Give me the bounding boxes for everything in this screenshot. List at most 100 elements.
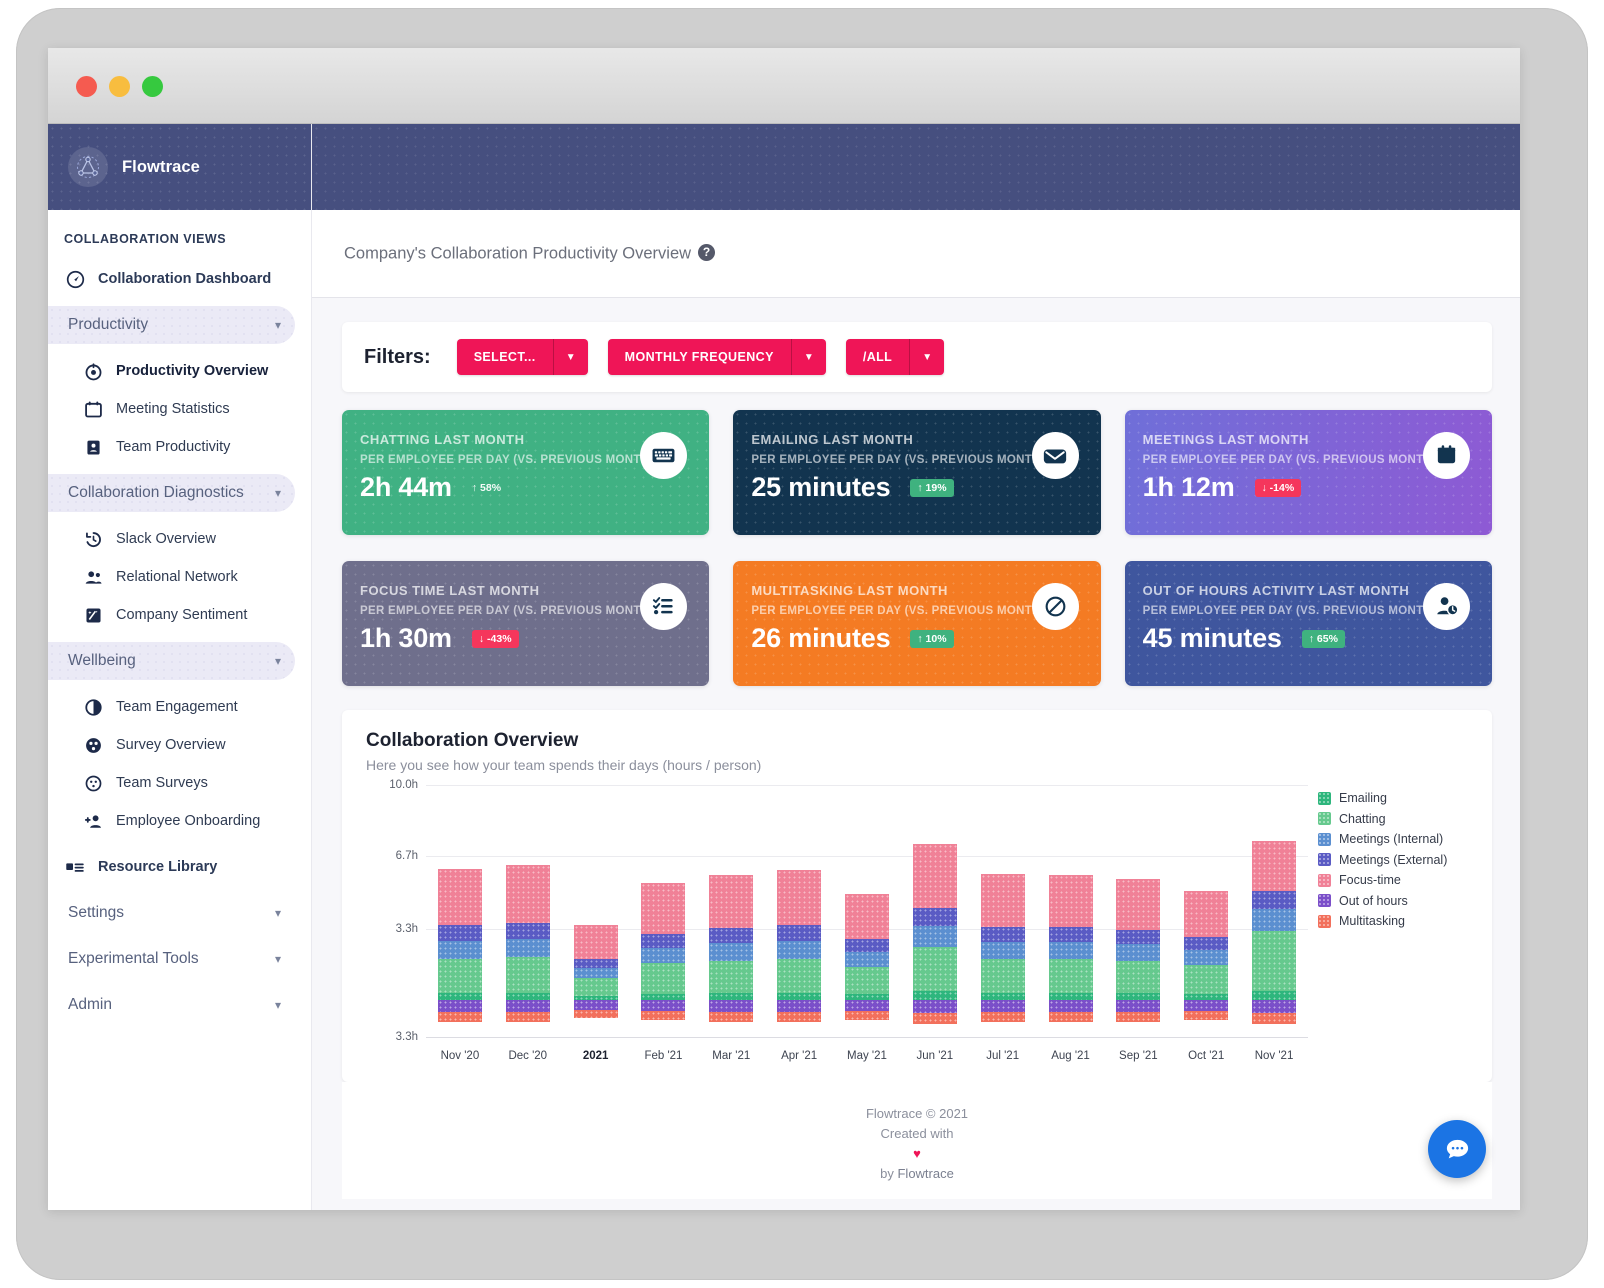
sidebar-item-label: Team Productivity — [116, 439, 231, 455]
footer-copyright: Flowtrace © 2021 — [865, 1106, 969, 1121]
footer-flowtrace-link[interactable]: Flowtrace — [897, 1166, 953, 1181]
chart-area: 10.0h 6.7h 3.3h 3.3h Nov '20 Dec '20 2021 Feb … — [366, 779, 1468, 1075]
bar-column[interactable] — [1104, 785, 1172, 1037]
legend-item[interactable]: Multitasking — [1318, 914, 1468, 928]
bar-column[interactable] — [426, 785, 494, 1037]
kpi-card-out-of-hours[interactable]: OUT OF HOURS ACTIVITY LAST MONTH PER EMP… — [1124, 561, 1492, 686]
legend-swatch — [1318, 791, 1331, 805]
legend-item[interactable]: Meetings (External) — [1318, 853, 1468, 867]
bar-segment — [437, 925, 482, 942]
legend-item[interactable]: Focus-time — [1318, 873, 1468, 887]
bar-segment — [777, 925, 822, 942]
kpi-card-multitasking[interactable]: MULTITASKING LAST MONTH PER EMPLOYEE PER… — [733, 561, 1101, 686]
filter-frequency-label: MONTHLY FREQUENCY — [624, 350, 774, 364]
sidebar-group-experimental-tools[interactable]: Experimental Tools ▾ — [48, 940, 295, 978]
sidebar-item-company-sentiment[interactable]: Company Sentiment — [48, 596, 311, 634]
calendar-icon — [82, 398, 104, 420]
chevron-down-icon[interactable]: ▼ — [792, 339, 826, 375]
page-footer: Flowtrace © 2021 Created with ♥ by Flowt… — [342, 1082, 1492, 1199]
legend-item[interactable]: Meetings (Internal) — [1318, 832, 1468, 846]
sidebar-group-admin[interactable]: Admin ▾ — [48, 986, 295, 1024]
sidebar-group-wellbeing[interactable]: Wellbeing ▾ — [48, 642, 295, 680]
kpi-subtitle: PER EMPLOYEE PER DAY (VS. PREVIOUS MONTH… — [360, 454, 654, 466]
bar-segment — [709, 875, 754, 929]
sentiment-image-icon — [82, 604, 104, 626]
minimize-window-button[interactable] — [109, 76, 130, 97]
sidebar-item-label: Survey Overview — [116, 737, 226, 753]
bar-column[interactable] — [765, 785, 833, 1037]
bar-segment — [505, 992, 550, 1001]
bar-column[interactable] — [494, 785, 562, 1037]
filter-select-dropdown[interactable]: SELECT... ▼ — [456, 339, 588, 375]
bar-segment — [437, 1000, 482, 1013]
chevron-down-icon: ▾ — [274, 654, 281, 668]
sidebar-group-productivity[interactable]: Productivity ▾ — [48, 306, 295, 344]
bar-column[interactable] — [630, 785, 698, 1037]
sidebar-item-team-engagement[interactable]: Team Engagement — [48, 688, 311, 726]
legend-item[interactable]: Chatting — [1318, 812, 1468, 826]
sidebar-group-settings[interactable]: Settings ▾ — [48, 894, 295, 932]
bar-column[interactable] — [1037, 785, 1105, 1037]
bar-segment — [844, 1011, 889, 1020]
kpi-value: 26 minutes — [751, 623, 891, 653]
filter-frequency-dropdown[interactable]: MONTHLY FREQUENCY ▼ — [607, 339, 826, 375]
sidebar-item-collaboration-dashboard[interactable]: Collaboration Dashboard — [48, 260, 311, 298]
kpi-card-meetings[interactable]: MEETINGS LAST MONTH PER EMPLOYEE PER DAY… — [1124, 410, 1492, 535]
bar-segment — [1184, 890, 1229, 937]
filter-scope-dropdown[interactable]: /ALL ▼ — [845, 339, 945, 375]
sidebar-group-collaboration-diagnostics[interactable]: Collaboration Diagnostics ▾ — [48, 474, 295, 512]
sidebar-item-team-productivity[interactable]: Team Productivity — [48, 428, 311, 466]
kpi-card-chatting[interactable]: CHATTING LAST MONTH PER EMPLOYEE PER DAY… — [342, 410, 710, 535]
window-titlebar — [48, 48, 1520, 124]
chevron-down-icon[interactable]: ▼ — [554, 339, 588, 375]
page-title: Company's Collaboration Productivity Ove… — [344, 243, 716, 264]
bar-column[interactable] — [833, 785, 901, 1037]
sidebar-item-survey-overview[interactable]: Survey Overview — [48, 726, 311, 764]
question-mark-icon[interactable]: ? — [698, 243, 716, 261]
legend-swatch — [1318, 873, 1331, 887]
chat-bubble-icon[interactable] — [1428, 1120, 1486, 1178]
bar-segment — [709, 943, 754, 961]
bar-segment — [912, 946, 957, 991]
sidebar-item-resource-library[interactable]: Resource Library — [48, 848, 311, 886]
bar-column[interactable] — [1172, 785, 1240, 1037]
bar-column[interactable] — [901, 785, 969, 1037]
close-window-button[interactable] — [76, 76, 97, 97]
sidebar-nav: COLLABORATION VIEWS Collaboration Dashbo… — [48, 210, 311, 1024]
kpi-subtitle: PER EMPLOYEE PER DAY (VS. PREVIOUS MONTH… — [751, 605, 1045, 617]
bar-segment — [912, 844, 957, 908]
bar-segment — [505, 864, 550, 923]
top-banner — [312, 124, 1520, 210]
x-axis-tick-label: Jul '21 — [986, 1050, 1020, 1062]
kpi-title: EMAILING LAST MONTH — [751, 432, 914, 447]
brand-header[interactable]: Flowtrace — [48, 124, 311, 210]
chevron-down-icon[interactable]: ▼ — [910, 339, 944, 375]
kpi-card-emailing[interactable]: EMAILING LAST MONTH PER EMPLOYEE PER DAY… — [733, 410, 1101, 535]
sidebar-item-meeting-statistics[interactable]: Meeting Statistics — [48, 390, 311, 428]
legend-item[interactable]: Emailing — [1318, 791, 1468, 805]
bar-column[interactable] — [1240, 785, 1308, 1037]
kpi-card-focus-time[interactable]: FOCUS TIME LAST MONTH PER EMPLOYEE PER D… — [342, 561, 710, 686]
kpi-delta-badge: ↓ -43% — [471, 629, 519, 648]
kpi-value: 1h 12m — [1142, 472, 1235, 502]
bar-column[interactable] — [562, 785, 630, 1037]
x-axis-tick-label: Dec '20 — [508, 1050, 548, 1062]
survey-outline-icon — [82, 772, 104, 794]
calendar-filled-icon — [1423, 432, 1470, 479]
chevron-down-icon: ▾ — [274, 486, 281, 500]
kpi-value: 45 minutes — [1142, 623, 1282, 653]
bar-segment — [777, 1012, 822, 1022]
app-body: Flowtrace COLLABORATION VIEWS Collaborat… — [48, 124, 1520, 1210]
sidebar-item-slack-overview[interactable]: Slack Overview — [48, 520, 311, 558]
legend-item[interactable]: Out of hours — [1318, 894, 1468, 908]
bar-column[interactable] — [697, 785, 765, 1037]
bar-segment — [641, 1000, 686, 1012]
sidebar-item-productivity-overview[interactable]: Productivity Overview — [48, 352, 311, 390]
bar-segment — [709, 928, 754, 944]
sidebar-item-relational-network[interactable]: Relational Network — [48, 558, 311, 596]
bar-segment — [505, 922, 550, 939]
sidebar-item-employee-onboarding[interactable]: Employee Onboarding — [48, 802, 311, 840]
bar-column[interactable] — [969, 785, 1037, 1037]
maximize-window-button[interactable] — [142, 76, 163, 97]
sidebar-item-team-surveys[interactable]: Team Surveys — [48, 764, 311, 802]
